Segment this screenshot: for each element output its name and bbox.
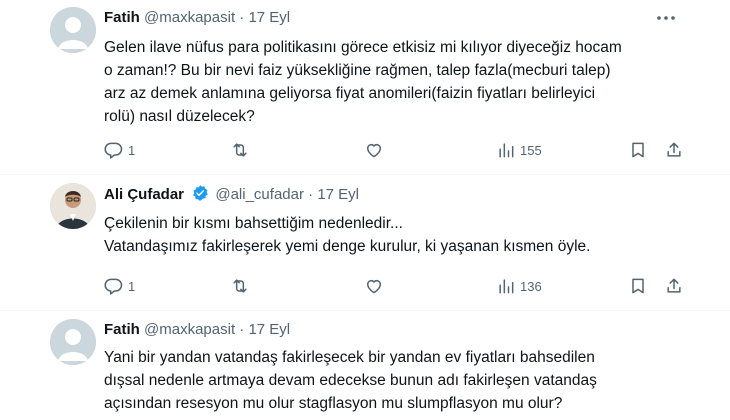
tweet-text-line: rolü) nasıl düzelecek? [104, 108, 255, 125]
author-handle[interactable]: @maxkapasit [144, 321, 235, 338]
views-icon [499, 279, 514, 294]
reply-count: 1 [128, 142, 136, 158]
views-icon [499, 143, 514, 158]
tweet-header: Fatih @maxkapasit · 17 Eyl [104, 8, 290, 28]
tweet-text: Yani bir yandan vatandaş fakirleşecek bi… [104, 346, 704, 415]
retweet-icon [233, 279, 247, 293]
like-button[interactable] [364, 274, 388, 298]
tweet-text: Çekilenin bir kısmı bahsettiğim nedenled… [104, 212, 704, 258]
share-button[interactable] [664, 138, 684, 162]
tweet-date[interactable]: 17 Eyl [317, 186, 359, 203]
reply-icon [104, 142, 123, 159]
bookmark-button[interactable] [628, 138, 648, 162]
separator-dot: · [239, 321, 245, 338]
author-name[interactable]: Fatih [104, 9, 140, 26]
tweet-date[interactable]: 17 Eyl [248, 321, 290, 338]
separator-dot: · [239, 9, 245, 26]
tweet-header: Fatih @maxkapasit · 17 Eyl [104, 320, 290, 340]
view-count: 136 [520, 278, 542, 294]
more-icon[interactable] [654, 10, 678, 26]
tweet-text-line: Gelen ilave nüfus para politikasını göre… [104, 39, 622, 56]
bookmark-icon [632, 142, 644, 158]
bookmark-button[interactable] [628, 274, 648, 298]
share-icon [667, 278, 681, 293]
tweet-text-line: o zaman!? Bu bir nevi faiz yüksekliğine … [104, 62, 611, 79]
tweet-actions: 1 136 [104, 274, 694, 298]
share-button[interactable] [664, 274, 684, 298]
tweet-text: Gelen ilave nüfus para politikasını göre… [104, 36, 704, 128]
profile-photo-icon [50, 183, 96, 229]
reply-button[interactable]: 1 [104, 274, 135, 298]
tweet-text-line: Çekilenin bir kısmı bahsettiğim nedenled… [104, 215, 403, 232]
author-handle[interactable]: @maxkapasit [144, 9, 235, 26]
reply-button[interactable]: 1 [104, 138, 135, 162]
retweet-button[interactable] [230, 274, 254, 298]
heart-icon [367, 144, 381, 158]
tweet-text-line: Yani bir yandan vatandaş fakirleşecek bi… [104, 349, 595, 366]
tweet-actions: 1 155 [104, 138, 694, 162]
verified-badge-icon [193, 185, 208, 201]
heart-icon [367, 280, 381, 294]
tweet-divider [0, 310, 730, 311]
retweet-icon [233, 143, 247, 157]
tweet-header: Ali Çufadar @ali_cufadar · 17 Eyl [104, 184, 359, 205]
like-button[interactable] [364, 138, 388, 162]
tweet-text-line: dışsal nedenle artmaya devam edecekse bu… [104, 372, 597, 389]
tweet-1[interactable]: Fatih @maxkapasit · 17 Eyl Gelen ilave n… [0, 0, 730, 174]
retweet-button[interactable] [230, 138, 254, 162]
tweet-2[interactable]: Ali Çufadar @ali_cufadar · 17 Eyl Çekile… [0, 176, 730, 306]
avatar-ali-cufadar[interactable] [50, 183, 96, 229]
reply-icon [104, 278, 123, 295]
default-avatar-icon [50, 319, 96, 365]
view-count: 155 [520, 142, 542, 158]
tweet-3[interactable]: Fatih @maxkapasit · 17 Eyl Yani bir yand… [0, 312, 730, 420]
tweet-text-line: açısından resesyon mu olur stagflasyon m… [104, 395, 563, 412]
avatar-default[interactable] [50, 7, 96, 53]
default-avatar-icon [50, 7, 96, 53]
author-name[interactable]: Fatih [104, 321, 140, 338]
views-button[interactable]: 136 [496, 274, 542, 298]
tweet-divider [0, 174, 730, 175]
tweet-date[interactable]: 17 Eyl [248, 9, 290, 26]
avatar-default[interactable] [50, 319, 96, 365]
separator-dot: · [308, 186, 314, 203]
author-name[interactable]: Ali Çufadar [104, 186, 184, 203]
share-icon [667, 142, 681, 157]
reply-count: 1 [128, 278, 136, 294]
tweet-text-line: Vatandaşımız fakirleşerek yemi denge kur… [104, 238, 591, 255]
views-button[interactable]: 155 [496, 138, 542, 162]
author-handle[interactable]: @ali_cufadar [215, 186, 304, 203]
tweet-text-line: arz az demek anlamına geliyorsa fiyat an… [104, 85, 596, 102]
bookmark-icon [632, 278, 644, 294]
